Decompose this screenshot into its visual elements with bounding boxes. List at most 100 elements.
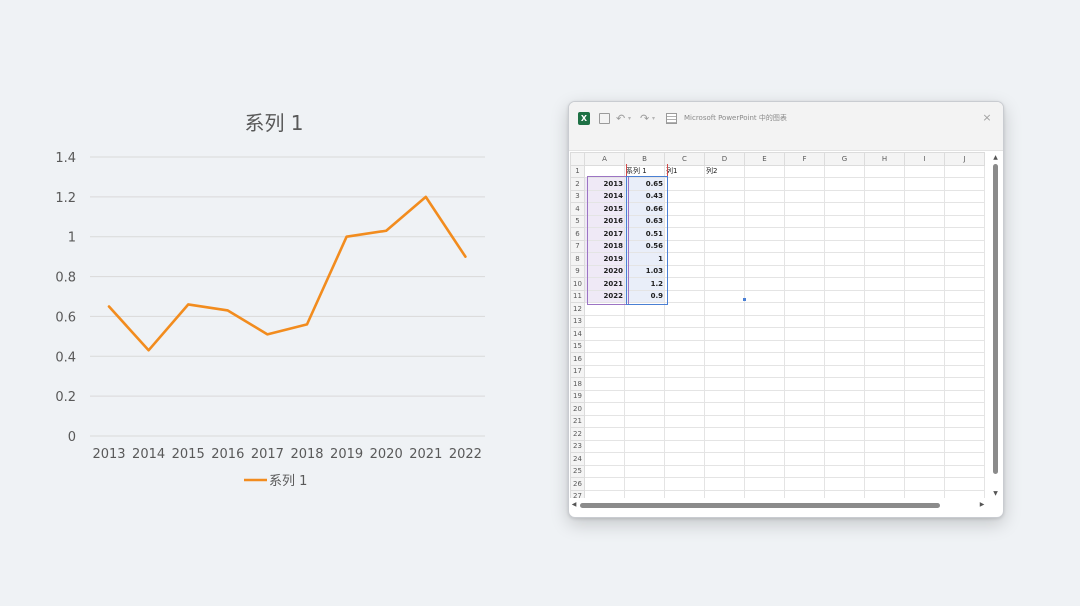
- cell[interactable]: [944, 214, 985, 228]
- cell[interactable]: [624, 414, 665, 428]
- value-cell[interactable]: 0.66: [624, 202, 665, 216]
- value-cell[interactable]: 0.43: [624, 189, 665, 203]
- cell[interactable]: [744, 227, 785, 241]
- cell[interactable]: [624, 402, 665, 416]
- cell[interactable]: [904, 277, 945, 291]
- cell[interactable]: [704, 489, 745, 498]
- cell[interactable]: [904, 264, 945, 278]
- cell[interactable]: [664, 427, 705, 441]
- cell[interactable]: [704, 414, 745, 428]
- cell[interactable]: [784, 464, 825, 478]
- cell[interactable]: [864, 314, 905, 328]
- category-cell[interactable]: 2017: [584, 227, 625, 241]
- cell[interactable]: [944, 389, 985, 403]
- scroll-right-icon[interactable]: ▶: [978, 500, 986, 510]
- cell[interactable]: [944, 477, 985, 491]
- cell[interactable]: [704, 377, 745, 391]
- cell[interactable]: [904, 364, 945, 378]
- row-header[interactable]: 14: [570, 327, 585, 341]
- cell[interactable]: [904, 164, 945, 178]
- title-bar[interactable]: X ↶ ▾ ↷ ▾ Microsoft PowerPoint 中的图表 ×: [569, 102, 1003, 151]
- cell[interactable]: [744, 352, 785, 366]
- cell[interactable]: [744, 302, 785, 316]
- cell[interactable]: [904, 252, 945, 266]
- row-header[interactable]: 21: [570, 414, 585, 428]
- cell[interactable]: [824, 427, 865, 441]
- cell[interactable]: [584, 302, 625, 316]
- cell[interactable]: [664, 339, 705, 353]
- cell[interactable]: [944, 239, 985, 253]
- cell[interactable]: [824, 227, 865, 241]
- cell[interactable]: [704, 339, 745, 353]
- cell[interactable]: [744, 189, 785, 203]
- cell[interactable]: [744, 277, 785, 291]
- cell[interactable]: [664, 227, 705, 241]
- cell[interactable]: [704, 289, 745, 303]
- cell[interactable]: [784, 214, 825, 228]
- row-header[interactable]: 11: [570, 289, 585, 303]
- cell[interactable]: [824, 377, 865, 391]
- cell[interactable]: [704, 477, 745, 491]
- cell[interactable]: [744, 439, 785, 453]
- cell[interactable]: [784, 477, 825, 491]
- cell[interactable]: [824, 439, 865, 453]
- cell[interactable]: [744, 177, 785, 191]
- column-header[interactable]: C: [664, 152, 705, 166]
- cell[interactable]: [784, 377, 825, 391]
- cell[interactable]: [864, 302, 905, 316]
- cell[interactable]: [824, 177, 865, 191]
- cell[interactable]: [584, 477, 625, 491]
- value-cell[interactable]: 0.65: [624, 177, 665, 191]
- cell[interactable]: [704, 427, 745, 441]
- cell[interactable]: [784, 327, 825, 341]
- column-header[interactable]: H: [864, 152, 905, 166]
- column-header[interactable]: A: [584, 152, 625, 166]
- cell[interactable]: [664, 202, 705, 216]
- cell[interactable]: [944, 302, 985, 316]
- cell[interactable]: [824, 352, 865, 366]
- cell[interactable]: [624, 339, 665, 353]
- cell[interactable]: [944, 164, 985, 178]
- value-cell[interactable]: 0.56: [624, 239, 665, 253]
- cell[interactable]: [584, 314, 625, 328]
- cell[interactable]: [904, 402, 945, 416]
- cell[interactable]: [744, 389, 785, 403]
- select-all-corner[interactable]: [570, 152, 585, 166]
- cell[interactable]: [664, 402, 705, 416]
- cell[interactable]: [904, 189, 945, 203]
- cell[interactable]: [944, 427, 985, 441]
- cell[interactable]: [664, 189, 705, 203]
- cell[interactable]: [704, 202, 745, 216]
- cell[interactable]: [944, 314, 985, 328]
- cell[interactable]: [864, 389, 905, 403]
- value-cell[interactable]: 1.2: [624, 277, 665, 291]
- cell[interactable]: [744, 489, 785, 498]
- cell[interactable]: [824, 202, 865, 216]
- category-cell[interactable]: 2021: [584, 277, 625, 291]
- cell[interactable]: [864, 364, 905, 378]
- cell[interactable]: [864, 264, 905, 278]
- row-header[interactable]: 16: [570, 352, 585, 366]
- cell[interactable]: [864, 239, 905, 253]
- column-header[interactable]: F: [784, 152, 825, 166]
- cell[interactable]: [864, 327, 905, 341]
- value-cell[interactable]: 1: [624, 252, 665, 266]
- cell[interactable]: [744, 414, 785, 428]
- cell[interactable]: [864, 339, 905, 353]
- cell[interactable]: [824, 414, 865, 428]
- cell[interactable]: [584, 364, 625, 378]
- header-cell[interactable]: 列2: [704, 164, 745, 178]
- cell[interactable]: [864, 452, 905, 466]
- cell[interactable]: [784, 364, 825, 378]
- cell[interactable]: [904, 314, 945, 328]
- cell[interactable]: [664, 252, 705, 266]
- cell[interactable]: [864, 414, 905, 428]
- cell[interactable]: [904, 389, 945, 403]
- cell[interactable]: [944, 202, 985, 216]
- cell[interactable]: [784, 264, 825, 278]
- cell[interactable]: [624, 452, 665, 466]
- cell[interactable]: [584, 464, 625, 478]
- row-header[interactable]: 13: [570, 314, 585, 328]
- cell[interactable]: [584, 402, 625, 416]
- cell[interactable]: [584, 414, 625, 428]
